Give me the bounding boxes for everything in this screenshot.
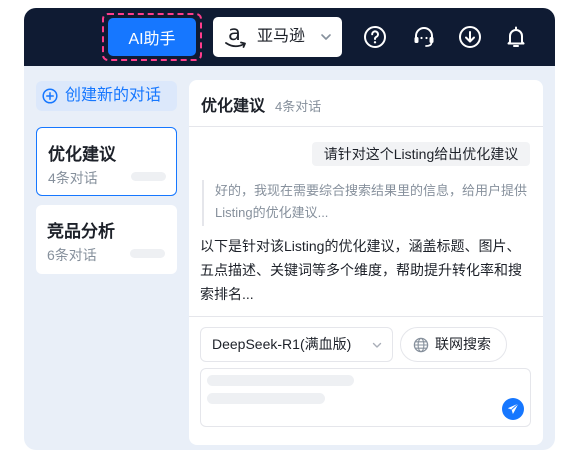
model-select-value: DeepSeek-R1(满血版) xyxy=(212,336,352,352)
conversation-count: 4条对话 xyxy=(48,170,98,186)
assistant-thinking-text: 好的，我现在需要综合搜索结果里的信息，给用户提供Listing的优化建议... xyxy=(202,180,532,226)
skeleton-placeholder xyxy=(207,393,325,404)
top-bar: AI助手 a 亚马逊 xyxy=(24,8,555,66)
skeleton-placeholder xyxy=(131,172,166,181)
chat-title: 优化建议 xyxy=(201,98,266,115)
chat-count: 4条对话 xyxy=(275,99,322,114)
send-button[interactable] xyxy=(502,398,524,420)
plus-circle-icon xyxy=(42,88,58,104)
new-chat-button[interactable]: 创建新的对话 xyxy=(36,81,177,111)
skeleton-placeholder xyxy=(207,375,354,386)
store-selector[interactable]: a 亚马逊 xyxy=(213,17,342,57)
new-chat-label: 创建新的对话 xyxy=(65,87,162,104)
conversation-count: 6条对话 xyxy=(47,247,97,263)
message-input[interactable] xyxy=(200,368,531,427)
skeleton-placeholder xyxy=(130,249,165,258)
web-search-label: 联网搜索 xyxy=(435,336,491,352)
user-message-bubble: 请针对这个Listing给出优化建议 xyxy=(312,142,530,166)
ai-assistant-button[interactable]: AI助手 xyxy=(108,18,196,56)
conversation-title: 竞品分析 xyxy=(47,222,115,241)
send-icon xyxy=(507,403,519,414)
headset-icon[interactable] xyxy=(412,25,436,49)
composer-divider xyxy=(189,316,543,317)
download-circle-icon[interactable] xyxy=(458,25,482,49)
globe-icon xyxy=(413,337,429,353)
store-name: 亚马逊 xyxy=(257,28,306,45)
bell-icon[interactable] xyxy=(504,25,528,49)
help-circle-icon[interactable] xyxy=(363,25,387,49)
chevron-down-icon xyxy=(372,342,382,348)
conversation-item-competitor-analysis[interactable]: 竞品分析 6条对话 xyxy=(36,205,177,274)
chat-panel: 优化建议 4条对话 请针对这个Listing给出优化建议 好的，我现在需要综合搜… xyxy=(189,80,543,445)
chevron-down-icon xyxy=(321,34,331,40)
assistant-answer-text: 以下是针对该Listing的优化建议，涵盖标题、图片、五点描述、关键词等多个维度… xyxy=(200,238,522,302)
ai-assistant-panel: AI助手 a 亚马逊 创建新的对话 优化建议 4条对话 竞品分析 6条对话 优化… xyxy=(24,8,555,450)
conversation-title: 优化建议 xyxy=(48,145,116,164)
chat-header: 优化建议 4条对话 xyxy=(201,92,321,116)
conversation-item-optimization[interactable]: 优化建议 4条对话 xyxy=(36,127,177,196)
amazon-logo-icon: a xyxy=(224,21,248,51)
model-select[interactable]: DeepSeek-R1(满血版) xyxy=(200,327,393,362)
web-search-toggle[interactable]: 联网搜索 xyxy=(400,327,507,362)
header-divider xyxy=(189,126,543,127)
